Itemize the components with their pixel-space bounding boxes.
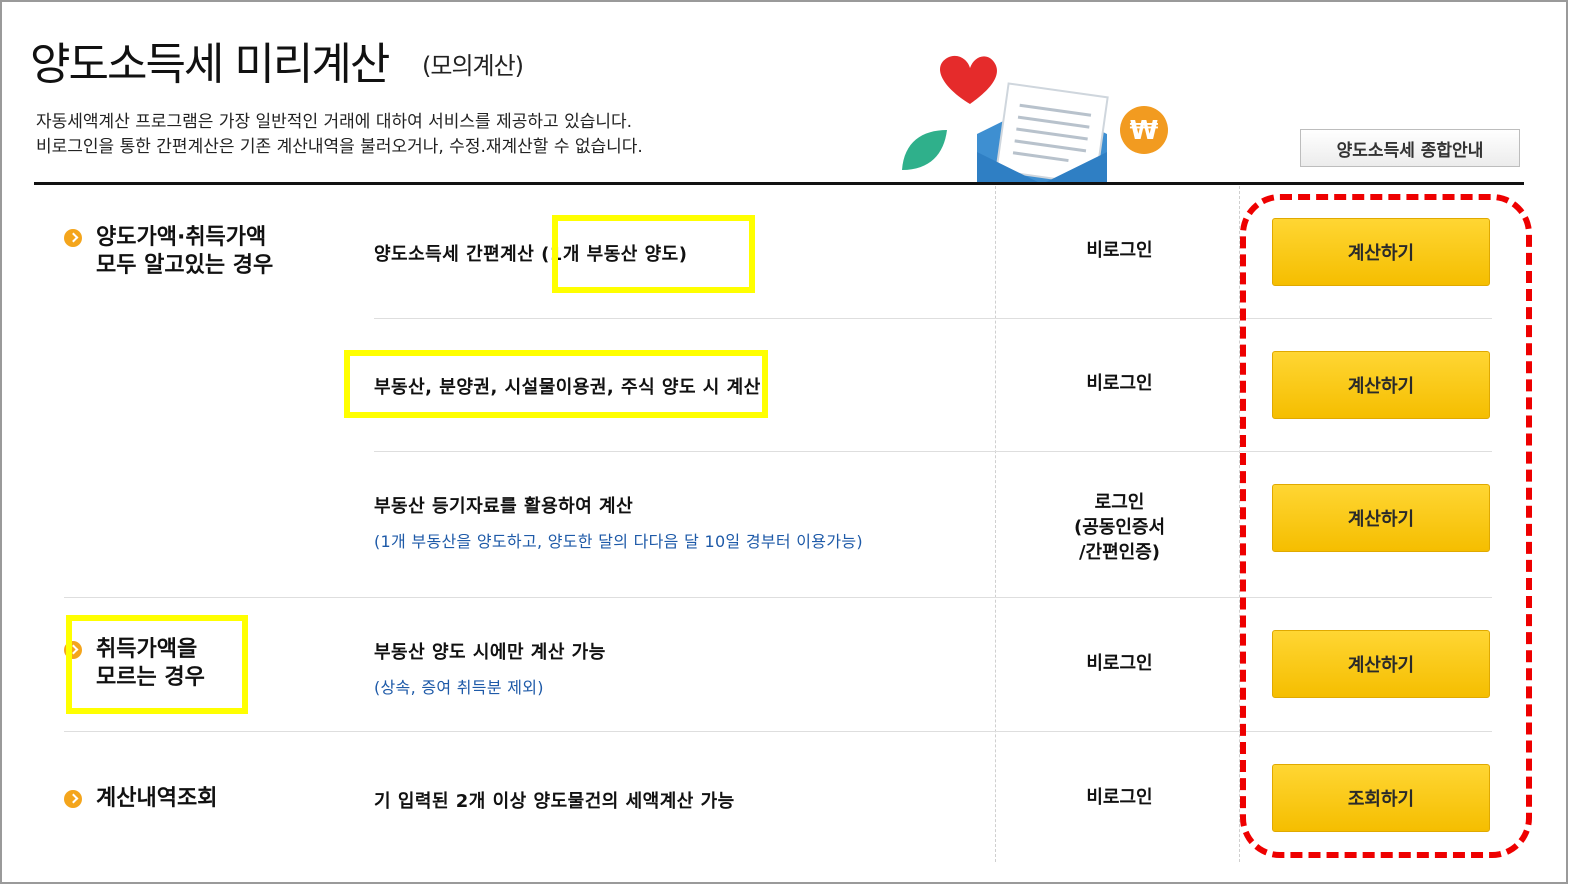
category-label: 계산내역조회: [96, 786, 218, 811]
login-label: /간편인증): [1078, 542, 1161, 563]
page-frame: 양도소득세 미리계산 (모의계산) 자동세액계산 프로그램은 가장 일반적인 거…: [0, 0, 1568, 884]
login-requirement: 로그인 (공동인증서 /간편인증): [997, 490, 1242, 565]
service-item: 부동산 등기자료를 활용하여 계산 (1개 부동산을 양도하고, 양도한 달의 …: [374, 492, 863, 552]
page-description: 자동세액계산 프로그램은 가장 일반적인 거래에 대하여 서비스를 제공하고 있…: [36, 110, 643, 160]
annotation-red-dashed-box: [1240, 194, 1532, 858]
bullet-arrow-icon: [64, 229, 82, 247]
login-requirement: 비로그인: [1086, 373, 1153, 394]
heart-icon: [940, 55, 997, 104]
service-title: 부동산 양도 시에만 계산 가능: [374, 642, 606, 663]
leaf-icon: [902, 130, 947, 170]
login-requirement: 비로그인: [1086, 787, 1153, 808]
tax-guide-button[interactable]: 양도소득세 종합안내: [1300, 129, 1520, 167]
header-illustration: ₩: [902, 55, 1168, 184]
description-line: 비로그인을 통한 간편계산은 기존 계산내역을 불러오거나, 수정.재계산할 수…: [36, 137, 643, 157]
column-divider: [995, 186, 996, 862]
header-divider: [34, 182, 1524, 185]
highlight-box: [66, 615, 248, 714]
category-label: 모두 알고있는 경우: [96, 253, 274, 278]
won-coin-icon: ₩: [1120, 106, 1168, 154]
page-subtitle: (모의계산): [422, 52, 524, 80]
login-requirement: 비로그인: [1086, 240, 1153, 261]
service-item: 부동산 양도 시에만 계산 가능 (상속, 증여 취득분 제외): [374, 638, 606, 698]
login-label: 로그인: [1094, 492, 1145, 513]
highlight-box: [552, 215, 755, 293]
service-title: 기 입력된 2개 이상 양도물건의 세액계산 가능: [374, 791, 735, 812]
highlight-box: [344, 350, 768, 418]
category-history: 계산내역조회: [64, 785, 217, 813]
category-both-known: 양도가액·취득가액 모두 알고있는 경우: [64, 224, 273, 280]
login-requirement: 비로그인: [1086, 653, 1153, 674]
bullet-arrow-icon: [64, 790, 82, 808]
service-item: 기 입력된 2개 이상 양도물건의 세액계산 가능: [374, 787, 735, 813]
svg-text:₩: ₩: [1130, 116, 1159, 146]
description-line: 자동세액계산 프로그램은 가장 일반적인 거래에 대하여 서비스를 제공하고 있…: [36, 112, 633, 132]
envelope-icon: [977, 82, 1109, 184]
category-label: 양도가액·취득가액: [96, 225, 267, 250]
service-note: (1개 부동산을 양도하고, 양도한 달의 다다음 달 10일 경부터 이용가능…: [374, 532, 863, 551]
service-title: 부동산 등기자료를 활용하여 계산: [374, 496, 634, 517]
service-note: (상속, 증여 취득분 제외): [374, 678, 544, 697]
login-label: (공동인증서: [1073, 517, 1166, 538]
page-title: 양도소득세 미리계산: [30, 39, 390, 90]
